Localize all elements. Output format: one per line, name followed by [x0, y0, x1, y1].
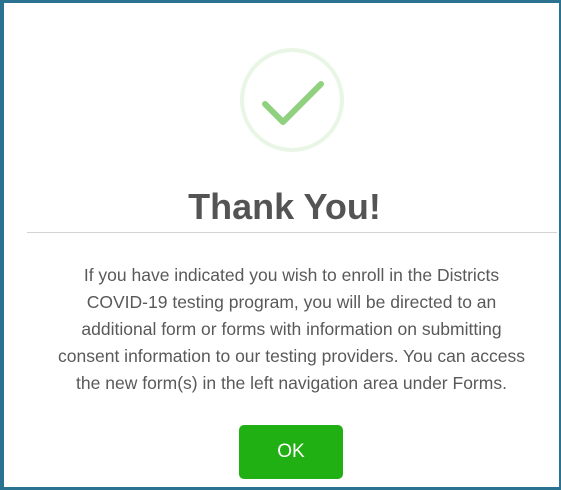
dialog-message: If you have indicated you wish to enroll…	[24, 262, 559, 397]
message-line: the new form(s) in the left navigation a…	[76, 373, 507, 393]
message-line: COVID-19 testing program, you will be di…	[86, 292, 497, 312]
checkmark-circle-icon	[239, 47, 345, 153]
message-line: If you have indicated you wish to enroll…	[83, 265, 500, 285]
dialog-title: Thank You!	[188, 186, 381, 227]
message-line: consent information to our testing provi…	[58, 346, 525, 366]
divider	[27, 232, 557, 233]
thank-you-dialog: Thank You! If you have indicated you wis…	[0, 0, 561, 490]
message-line: additional form or forms with informatio…	[81, 319, 502, 339]
ok-button[interactable]: OK	[239, 425, 343, 479]
